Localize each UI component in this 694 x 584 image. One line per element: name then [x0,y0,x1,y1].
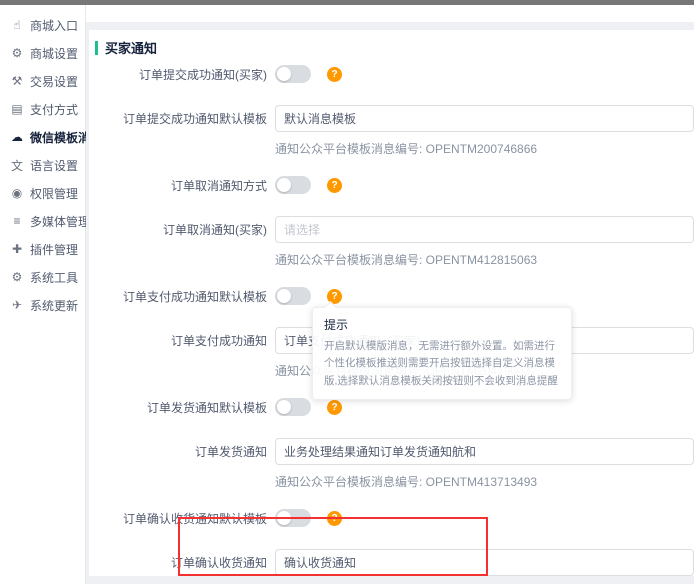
toggle-knob [277,400,291,414]
sidebar-item-label: 语言设置 [30,157,78,174]
card-icon: ▤ [9,102,25,116]
accent-bar [95,41,98,55]
order-confirm-receipt-template-input[interactable] [275,549,694,576]
gear-icon: ⚙ [9,46,25,60]
order-cancel-template-select[interactable] [275,216,694,243]
sidebar-item-label: 权限管理 [30,185,78,202]
help-tooltip: 提示 开启默认模版消息，无需进行额外设置。如需进行个性化模板推送则需要开启按钮选… [312,307,572,400]
sidebar-item-mall-entrance[interactable]: ☝ 商城入口 [0,11,85,39]
field-label: 订单发货通知 [95,443,267,460]
order-shipping-template-input[interactable] [275,438,694,465]
list-icon: ≡ [9,214,25,228]
tools-icon: ⚙ [9,270,25,284]
content-topbar [86,5,694,22]
sidebar-item-payment-methods[interactable]: ▤ 支付方式 [0,95,85,123]
translate-icon: 文 [9,157,25,174]
order-pay-success-toggle[interactable] [275,287,311,305]
tooltip-title: 提示 [324,316,560,333]
order-confirm-receipt-toggle[interactable] [275,509,311,527]
content-area: 买家通知 订单提交成功通知(买家) ? 订单提交成功通知默认模板 通知公众平台模… [86,5,694,584]
help-icon[interactable]: ? [327,67,342,82]
plugin-icon: ✚ [9,242,25,256]
field-label: 订单支付成功通知 [95,332,267,349]
buyer-notification-panel: 买家通知 订单提交成功通知(买家) ? 订单提交成功通知默认模板 通知公众平台模… [89,30,694,576]
order-shipping-toggle[interactable] [275,398,311,416]
field-label: 订单确认收货通知 [95,554,267,571]
toggle-label: 订单发货通知默认模板 [95,399,267,416]
template-id-note: 通知公众平台模板消息编号: OPENTM412815063 [275,252,694,269]
toggle-label: 订单取消通知方式 [95,177,267,194]
template-id-note: 通知公众平台模板消息编号: OPENTM413713493 [275,474,694,491]
order-submit-success-toggle[interactable] [275,65,311,83]
sidebar-item-label: 系统工具 [30,269,78,286]
sidebar-item-permission-management[interactable]: ◉ 权限管理 [0,179,85,207]
cursor-icon: ☝ [9,18,25,32]
order-cancel-toggle[interactable] [275,176,311,194]
sidebar-item-trade-settings[interactable]: ⚒ 交易设置 [0,67,85,95]
group-order-confirm-receipt: 订单确认收货通知默认模板 ? 订单确认收货通知 通知公众平台模板消息编号: OP… [95,509,694,576]
toggle-label: 订单支付成功通知默认模板 [95,288,267,305]
help-icon[interactable]: ? [327,511,342,526]
toggle-knob [277,178,291,192]
order-submit-template-input[interactable] [275,105,694,132]
chat-bubble-icon: ☁ [9,130,25,144]
sidebar-item-label: 商城入口 [30,17,78,34]
field-label: 订单提交成功通知默认模板 [95,110,267,127]
section-title-buyer-notice: 买家通知 [95,38,694,57]
sidebar-item-label: 交易设置 [30,73,78,90]
sidebar-item-language-settings[interactable]: 文 语言设置 [0,151,85,179]
group-order-cancel: 订单取消通知方式 ? 订单取消通知(买家) 通知公众平台模板消息编号: OPEN… [95,176,694,269]
toggle-knob [277,511,291,525]
sidebar-item-plugin-management[interactable]: ✚ 插件管理 [0,235,85,263]
wrench-icon: ⚒ [9,74,25,88]
tooltip-body: 开启默认模版消息，无需进行额外设置。如需进行个性化模板推送则需要开启按钮选择自定… [324,338,560,390]
toggle-knob [277,67,291,81]
toggle-knob [277,289,291,303]
sidebar-item-label: 商城设置 [30,45,78,62]
group-order-shipping: 订单发货通知默认模板 ? 订单发货通知 通知公众平台模板消息编号: OPENTM… [95,398,694,491]
toggle-label: 订单提交成功通知(买家) [95,66,267,83]
template-id-note: 通知公众平台模板消息编号: OPENTM200746866 [275,141,694,158]
sidebar-item-system-update[interactable]: ✈ 系统更新 [0,291,85,319]
permission-icon: ◉ [9,186,25,200]
sidebar-item-label: 支付方式 [30,101,78,118]
group-order-submit-success: 订单提交成功通知(买家) ? 订单提交成功通知默认模板 通知公众平台模板消息编号… [95,65,694,158]
help-icon[interactable]: ? [327,400,342,415]
sidebar-item-mall-settings[interactable]: ⚙ 商城设置 [0,39,85,67]
section-title-text: 买家通知 [105,38,157,57]
paper-plane-icon: ✈ [9,298,25,312]
sidebar: ☝ 商城入口 ⚙ 商城设置 ⚒ 交易设置 ▤ 支付方式 ☁ 微信模板消息 文 语… [0,5,86,584]
sidebar-item-wechat-template-messages[interactable]: ☁ 微信模板消息 [0,123,85,151]
help-icon[interactable]: ? [327,178,342,193]
sidebar-item-multimedia-management[interactable]: ≡ 多媒体管理 [0,207,85,235]
field-label: 订单取消通知(买家) [95,221,267,238]
sidebar-item-label: 多媒体管理 [30,213,90,230]
sidebar-item-label: 系统更新 [30,297,78,314]
toggle-label: 订单确认收货通知默认模板 [95,510,267,527]
sidebar-item-label: 插件管理 [30,241,78,258]
sidebar-item-system-tools[interactable]: ⚙ 系统工具 [0,263,85,291]
